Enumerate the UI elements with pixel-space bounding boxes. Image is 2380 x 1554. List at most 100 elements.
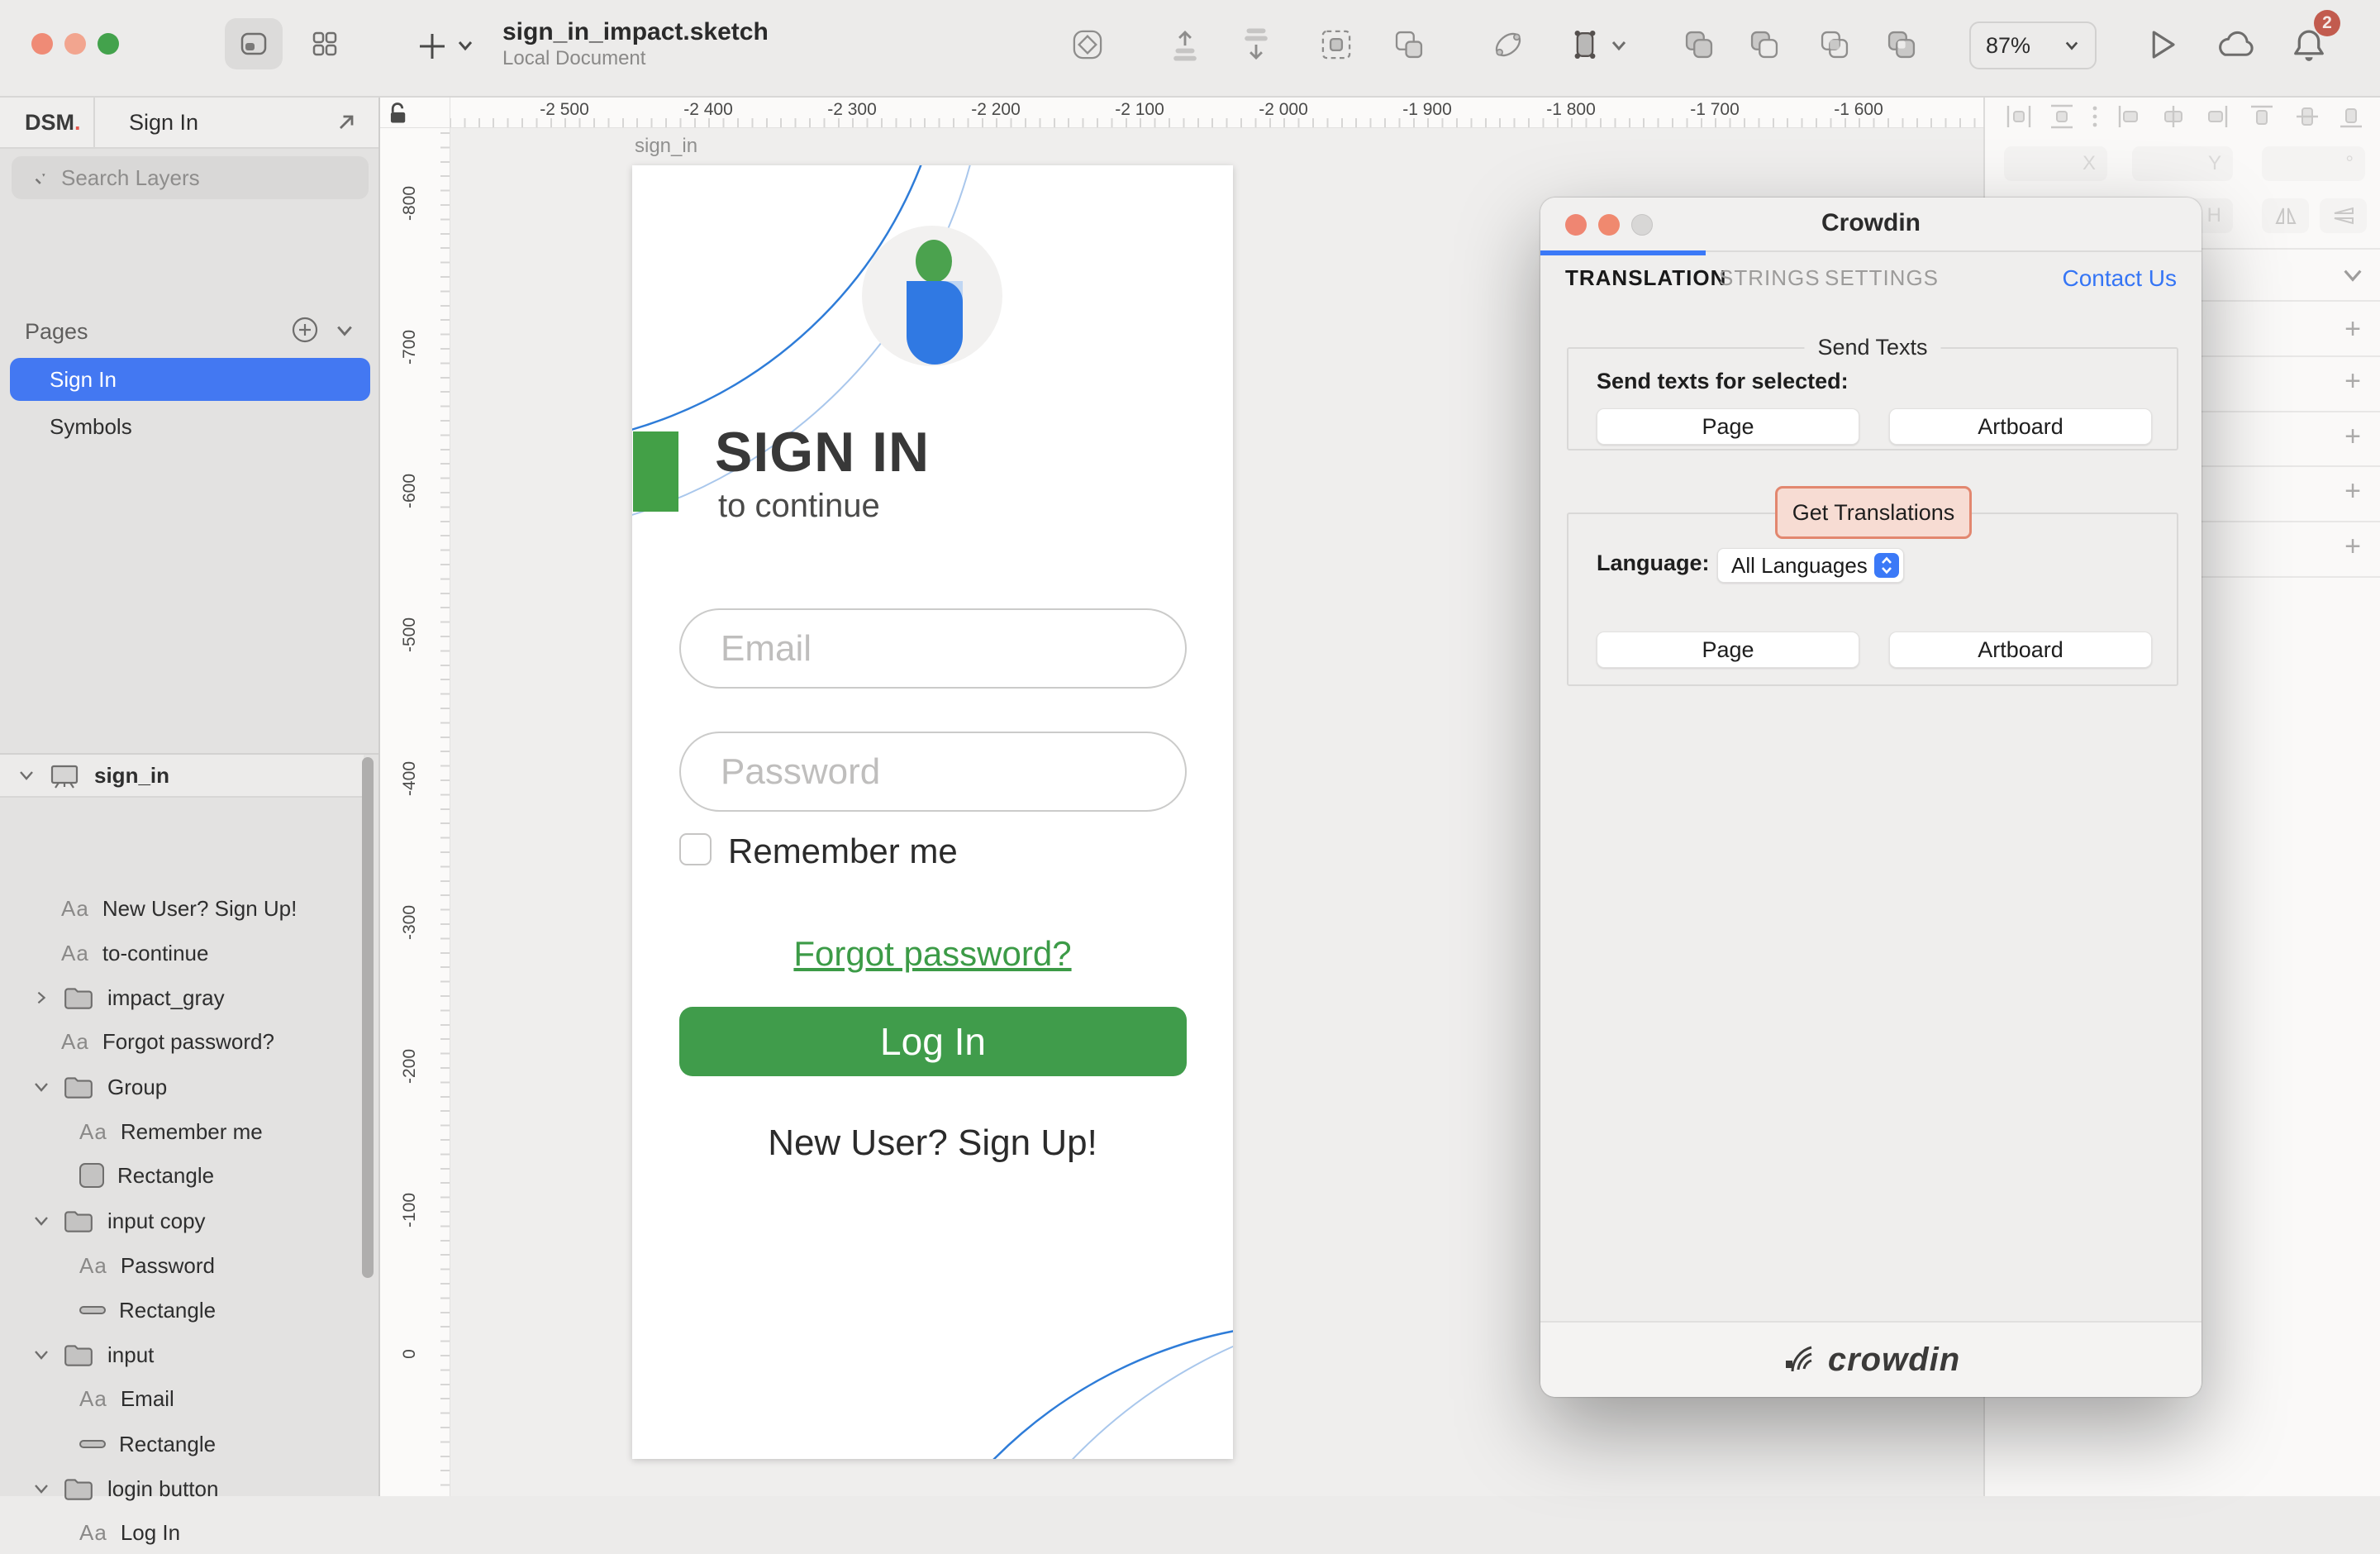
boolean-subtract-button[interactable] xyxy=(1745,26,1783,64)
minimize-window-button[interactable] xyxy=(64,33,86,55)
chevron-down-icon[interactable] xyxy=(33,1080,50,1094)
layer-row-shape[interactable]: Rectangle xyxy=(0,1423,364,1466)
add-page-button[interactable] xyxy=(291,316,319,344)
transform-button[interactable] xyxy=(1489,26,1527,64)
crowdin-titlebar[interactable]: Crowdin xyxy=(1540,198,2202,252)
edit-shape-button[interactable] xyxy=(1566,26,1604,64)
add-fill-button[interactable]: + xyxy=(2339,365,2367,398)
distribute-vertically-button[interactable] xyxy=(2048,102,2076,131)
artboard-title[interactable]: sign_in xyxy=(635,135,697,158)
password-field[interactable]: Password xyxy=(679,732,1187,812)
logo-blue-droplet[interactable] xyxy=(907,281,963,365)
x-position-field[interactable]: X xyxy=(2004,146,2107,181)
add-shadow-button[interactable]: + xyxy=(2339,475,2367,508)
layer-row-shape[interactable]: Rectangle xyxy=(0,1154,364,1197)
ungroup-button[interactable] xyxy=(1390,26,1428,64)
page-item-sign-in[interactable]: Sign In xyxy=(10,358,370,401)
toggle-grid-view-button[interactable] xyxy=(296,18,354,69)
signin-subheading[interactable]: to continue xyxy=(718,488,880,525)
insert-button[interactable] xyxy=(413,27,451,65)
layer-row-text[interactable]: Aa Log In xyxy=(0,1511,364,1554)
signup-text[interactable]: New User? Sign Up! xyxy=(632,1123,1233,1164)
align-middle-vertical-button[interactable] xyxy=(2293,102,2321,131)
layer-row-text[interactable]: Aa Forgot password? xyxy=(0,1020,364,1063)
remember-me-checkbox[interactable] xyxy=(679,833,712,865)
forgot-password-link[interactable]: Forgot password? xyxy=(632,934,1233,974)
boolean-difference-button[interactable] xyxy=(1883,26,1921,64)
send-page-button[interactable]: Page xyxy=(1597,408,1859,445)
cloud-sync-button[interactable] xyxy=(2213,24,2258,65)
collapse-section-button[interactable] xyxy=(2339,265,2367,285)
tab-current-page[interactable]: Sign In xyxy=(129,98,198,147)
layer-row-group[interactable]: Group xyxy=(0,1065,364,1108)
language-select[interactable]: All Languages xyxy=(1717,548,1904,583)
lock-icon[interactable] xyxy=(387,101,408,126)
add-border-button[interactable]: + xyxy=(2339,421,2367,453)
tab-dsm[interactable]: DSM. xyxy=(25,98,81,147)
page-item-symbols[interactable]: Symbols xyxy=(10,405,370,448)
search-field[interactable] xyxy=(12,156,369,199)
align-left-button[interactable] xyxy=(2116,102,2144,131)
align-bottom-button[interactable] xyxy=(2337,102,2365,131)
bring-forward-button[interactable] xyxy=(1166,26,1204,64)
fullscreen-window-button[interactable] xyxy=(98,33,119,55)
get-page-button[interactable]: Page xyxy=(1597,632,1859,668)
remember-me-label[interactable]: Remember me xyxy=(728,832,958,871)
group-button[interactable] xyxy=(1317,26,1355,64)
tab-strings[interactable]: STRINGS xyxy=(1719,265,1821,291)
layer-row-text[interactable]: Aa New User? Sign Up! xyxy=(0,887,364,930)
edit-shape-chevron[interactable] xyxy=(1610,38,1628,53)
preview-button[interactable] xyxy=(2140,24,2182,65)
logo-green-dot[interactable] xyxy=(916,240,952,283)
toggle-left-panel-button[interactable] xyxy=(225,18,283,69)
y-position-field[interactable]: Y xyxy=(2132,146,2233,181)
layer-row-text[interactable]: Aa Email xyxy=(0,1377,364,1420)
rotation-field[interactable]: ° xyxy=(2262,146,2365,181)
align-top-button[interactable] xyxy=(2248,102,2276,131)
login-button[interactable]: Log In xyxy=(679,1007,1187,1076)
zoom-level-control[interactable]: 87% xyxy=(1969,21,2097,69)
layer-list-scrollbar[interactable] xyxy=(362,757,374,1278)
add-blur-button[interactable]: + xyxy=(2339,531,2367,563)
align-right-button[interactable] xyxy=(2202,102,2230,131)
chevron-right-icon[interactable] xyxy=(33,990,50,1005)
chevron-down-icon[interactable] xyxy=(33,1481,50,1496)
layer-row-artboard[interactable]: sign_in xyxy=(0,755,364,798)
chevron-down-icon[interactable] xyxy=(33,1213,50,1228)
layer-row-shape[interactable]: Rectangle xyxy=(0,1289,364,1332)
tab-translation[interactable]: TRANSLATION xyxy=(1565,265,1726,291)
chevron-down-icon[interactable] xyxy=(33,1347,50,1362)
insert-menu-chevron[interactable] xyxy=(456,38,474,53)
layer-row-group[interactable]: login button xyxy=(0,1467,364,1510)
layer-row-group[interactable]: input xyxy=(0,1333,364,1376)
layer-row-text[interactable]: Aa Password xyxy=(0,1244,364,1287)
layer-row-group[interactable]: input copy xyxy=(0,1199,364,1242)
signin-heading[interactable]: SIGN IN xyxy=(715,420,930,484)
email-field[interactable]: Email xyxy=(679,608,1187,689)
collapse-pages-button[interactable] xyxy=(334,322,355,339)
open-in-new-button[interactable] xyxy=(335,111,358,134)
layer-row-text[interactable]: Aa to-continue xyxy=(0,932,364,975)
send-artboard-button[interactable]: Artboard xyxy=(1889,408,2152,445)
add-style-button[interactable]: + xyxy=(2339,313,2367,346)
align-center-horizontal-button[interactable] xyxy=(2159,102,2187,131)
heading-green-square[interactable] xyxy=(633,431,678,512)
layer-row-group[interactable]: impact_gray xyxy=(0,976,364,1019)
create-symbol-button[interactable] xyxy=(1069,26,1107,64)
more-alignment-button[interactable] xyxy=(2087,102,2102,131)
distribute-horizontally-button[interactable] xyxy=(2005,102,2033,131)
artboard-sign-in[interactable]: SIGN IN to continue Email Password Remem… xyxy=(632,165,1233,1459)
contact-us-link[interactable]: Contact Us xyxy=(2063,265,2178,292)
boolean-union-button[interactable] xyxy=(1680,26,1718,64)
chevron-down-icon[interactable] xyxy=(18,768,35,783)
get-artboard-button[interactable]: Artboard xyxy=(1889,632,2152,668)
send-backward-button[interactable] xyxy=(1237,26,1275,64)
flip-vertical-button[interactable] xyxy=(2320,198,2367,233)
layer-row-text[interactable]: Aa Remember me xyxy=(0,1110,364,1153)
flip-horizontal-button[interactable] xyxy=(2262,198,2309,233)
search-input[interactable] xyxy=(60,164,336,192)
get-translations-button[interactable]: Get Translations xyxy=(1775,486,1972,539)
boolean-intersect-button[interactable] xyxy=(1816,26,1854,64)
close-window-button[interactable] xyxy=(31,33,53,55)
tab-settings[interactable]: SETTINGS xyxy=(1825,265,1939,291)
